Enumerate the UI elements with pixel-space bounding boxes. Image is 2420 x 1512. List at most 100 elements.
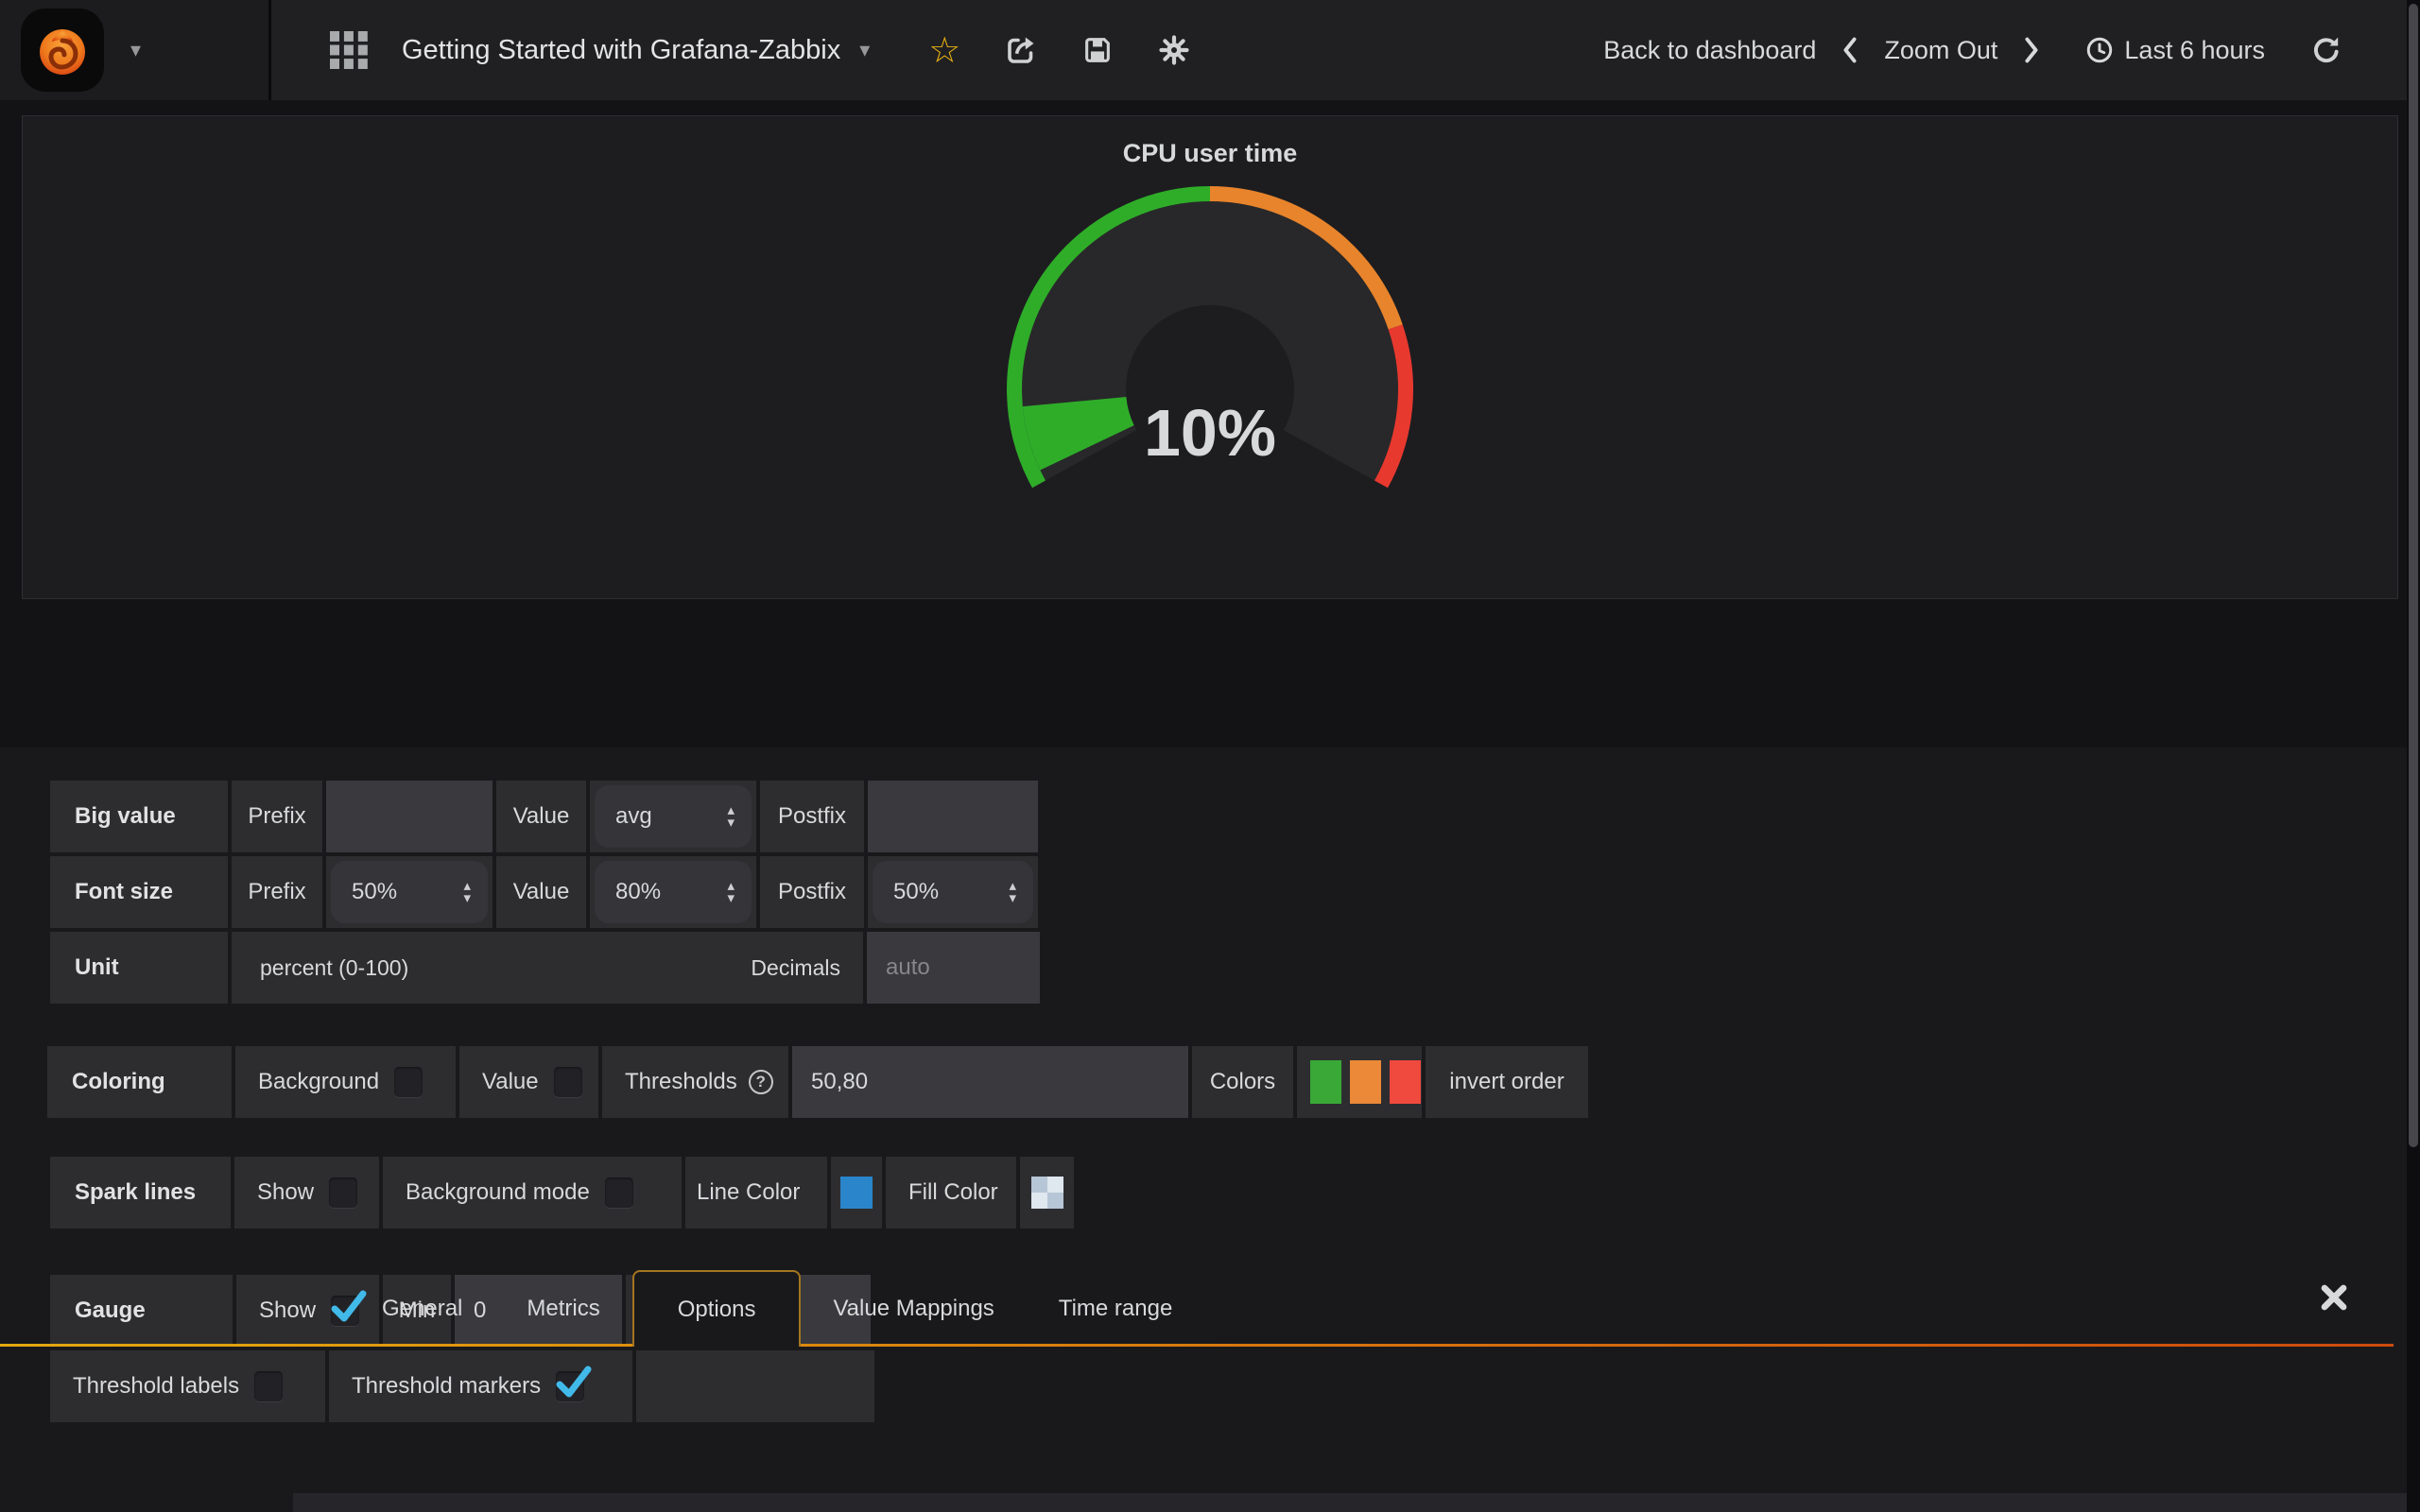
chevron-down-icon: ▾ — [859, 39, 870, 62]
sparklines-show-checkbox[interactable] — [329, 1177, 357, 1208]
value-size-cell: 80% ▴▾ — [590, 856, 756, 928]
top-navbar: ▾ Getting Started with Grafana-Zabbix ▾ … — [0, 0, 2420, 100]
value-coloring-cell: Value — [459, 1046, 598, 1118]
font-size-label: Font size — [50, 856, 228, 928]
thresholds-input[interactable] — [792, 1046, 1188, 1118]
line-color-swatch[interactable] — [840, 1177, 873, 1209]
save-dashboard-button[interactable] — [1081, 34, 1114, 66]
postfix-size-cell: 50% ▴▾ — [868, 856, 1038, 928]
help-icon[interactable]: ? — [749, 1070, 773, 1094]
unit-row: Unit percent (0-100) Decimals — [50, 932, 2420, 1004]
tab-general[interactable]: General — [350, 1270, 494, 1347]
page-scrollbar — [2407, 0, 2420, 1512]
gauge-chart: 10% — [993, 180, 1427, 510]
threshold-colors-cell — [1297, 1046, 1422, 1118]
unit-label: Unit — [50, 932, 228, 1004]
next-panel-edge — [293, 1493, 2407, 1512]
value-stat-select[interactable]: avg ▴▾ — [595, 785, 752, 848]
postfix-label: Postfix — [760, 856, 864, 928]
tab-metrics[interactable]: Metrics — [494, 1270, 631, 1347]
font-size-row: Font size Prefix 50% ▴▾ Value 80% ▴▾ Pos… — [50, 856, 2420, 928]
scrollbar-thumb[interactable] — [2409, 4, 2418, 1147]
threshold-markers-label: Threshold markers — [352, 1373, 541, 1400]
decimals-input[interactable] — [867, 932, 1040, 1004]
thresholds-label: Thresholds — [625, 1069, 737, 1095]
unit-select-link[interactable]: percent (0-100) — [260, 955, 408, 981]
gauge-value: 10% — [1144, 396, 1276, 470]
prefix-label: Prefix — [232, 856, 322, 928]
tab-time-range[interactable]: Time range — [1027, 1270, 1205, 1347]
prefix-size-select[interactable]: 50% ▴▾ — [331, 861, 488, 923]
prefix-size-selected: 50% — [352, 879, 397, 905]
threshold-labels-checkbox[interactable] — [254, 1371, 283, 1401]
threshold-color-swatch-red[interactable] — [1390, 1060, 1421, 1104]
value-stat-cell: avg ▴▾ — [590, 781, 756, 852]
time-shift-left-button[interactable] — [1841, 35, 1859, 65]
panel-title[interactable]: CPU user time — [1123, 139, 1298, 168]
value-stat-selected: avg — [615, 803, 652, 830]
editor-tabs: General Metrics Options Value Mappings T… — [350, 1270, 1204, 1347]
refresh-icon — [2310, 34, 2342, 66]
postfix-size-select[interactable]: 50% ▴▾ — [873, 861, 1033, 923]
big-value-postfix-input[interactable] — [868, 781, 1038, 852]
star-dashboard-button[interactable]: ☆ — [928, 32, 960, 68]
invert-order-button[interactable]: invert order — [1426, 1046, 1588, 1118]
grafana-logo[interactable] — [21, 9, 104, 92]
coloring-row: Coloring Background Value Thresholds ? C… — [47, 1046, 2420, 1118]
options-tab-content: Big value Prefix Value avg ▴▾ Postfix Fo… — [0, 747, 2420, 1512]
zoom-out-button[interactable]: Zoom Out — [1884, 36, 1997, 65]
threshold-markers-cell: Threshold markers — [329, 1350, 632, 1422]
time-shift-right-button[interactable] — [2022, 35, 2041, 65]
share-dashboard-button[interactable] — [1004, 33, 1038, 67]
panel-editor-header: Singlestat General Metrics Options Value… — [0, 599, 2420, 747]
singlestat-panel: CPU user time 10% — [22, 115, 2398, 599]
value-size-select[interactable]: 80% ▴▾ — [595, 861, 752, 923]
fill-color-swatch[interactable] — [1031, 1177, 1063, 1209]
background-coloring-cell: Background — [235, 1046, 456, 1118]
close-icon — [2320, 1283, 2348, 1312]
time-range-label: Last 6 hours — [2124, 36, 2265, 65]
select-spinner-icon: ▴▾ — [727, 880, 735, 904]
line-color-cell — [831, 1157, 882, 1228]
chevron-right-icon — [2022, 35, 2041, 65]
star-icon: ☆ — [928, 32, 960, 68]
value-label: Value — [496, 856, 586, 928]
prefix-label: Prefix — [232, 781, 322, 852]
refresh-button[interactable] — [2310, 34, 2342, 66]
dashboard-actions: ☆ — [928, 32, 1191, 68]
big-value-row: Big value Prefix Value avg ▴▾ Postfix — [50, 781, 2420, 852]
time-range-picker[interactable]: Last 6 hours — [2084, 35, 2265, 65]
coloring-label: Coloring — [47, 1046, 232, 1118]
big-value-prefix-input[interactable] — [326, 781, 493, 852]
empty-cell — [636, 1350, 874, 1422]
background-mode-cell: Background mode — [383, 1157, 682, 1228]
grafana-menu: ▾ — [0, 0, 271, 100]
unit-cell: percent (0-100) Decimals — [232, 932, 863, 1004]
threshold-color-swatch-orange[interactable] — [1350, 1060, 1381, 1104]
show-label: Show — [259, 1297, 316, 1324]
clock-icon — [2084, 35, 2115, 65]
close-editor-button[interactable] — [2320, 1283, 2348, 1312]
value-coloring-checkbox[interactable] — [554, 1067, 582, 1097]
tab-options[interactable]: Options — [632, 1270, 802, 1347]
tab-value-mappings[interactable]: Value Mappings — [801, 1270, 1026, 1347]
threshold-markers-checkbox[interactable] — [556, 1371, 584, 1401]
postfix-label: Postfix — [760, 781, 864, 852]
chevron-down-icon[interactable]: ▾ — [130, 39, 141, 62]
line-color-label: Line Color — [685, 1157, 827, 1228]
select-spinner-icon: ▴▾ — [1009, 880, 1016, 904]
navbar-right-controls: Back to dashboard Zoom Out Last 6 hours — [1603, 34, 2420, 66]
grafana-flame-icon — [28, 16, 96, 84]
threshold-color-swatch-green[interactable] — [1310, 1060, 1341, 1104]
dashboard-title-menu[interactable]: Getting Started with Grafana-Zabbix ▾ — [271, 31, 870, 69]
threshold-labels-cell: Threshold labels — [50, 1350, 325, 1422]
gauge-svg: 10% — [993, 180, 1427, 506]
back-to-dashboard-button[interactable]: Back to dashboard — [1603, 36, 1816, 65]
threshold-labels-label: Threshold labels — [73, 1373, 239, 1400]
background-checkbox[interactable] — [394, 1067, 423, 1097]
settings-button[interactable] — [1157, 33, 1191, 67]
background-mode-checkbox[interactable] — [605, 1177, 633, 1208]
prefix-size-cell: 50% ▴▾ — [326, 856, 493, 928]
background-mode-label: Background mode — [406, 1179, 590, 1206]
select-spinner-icon: ▴▾ — [463, 880, 471, 904]
